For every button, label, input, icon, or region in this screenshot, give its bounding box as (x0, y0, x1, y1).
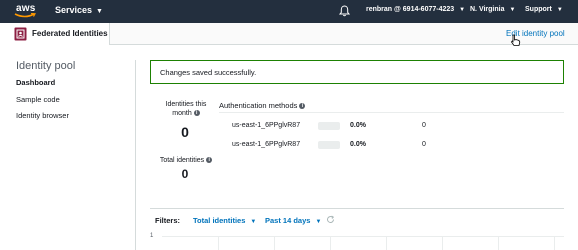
sidebar-title: Identity pool (16, 60, 76, 72)
account-menu[interactable]: renbran @ 6914-6077-4223 ▼ (366, 6, 465, 13)
info-icon[interactable]: i (299, 103, 306, 110)
identities-this-month-label-line2: month (172, 110, 192, 117)
auth-method-row-bar (318, 141, 340, 149)
hand-cursor-icon (511, 34, 521, 46)
services-menu[interactable]: Services ▼ (55, 5, 103, 15)
sidebar-divider (135, 60, 136, 250)
sidebar-item-dashboard[interactable]: Dashboard (16, 78, 55, 87)
total-identities-label-text: Total identities (159, 157, 205, 164)
support-menu-label: Support (525, 6, 552, 13)
chart-gridline (162, 236, 564, 237)
metric-filter-label: Total identities (193, 216, 246, 225)
bell-icon[interactable] (339, 5, 350, 17)
auth-method-row-pool: us-east-1_6PPglvR87 (232, 122, 301, 129)
total-identities-label: Total identities i (154, 156, 218, 165)
time-range-dropdown[interactable]: Past 14 days ▼ (265, 216, 321, 225)
auth-methods-title-text: Authentication methods (219, 101, 298, 110)
caret-down-icon: ▼ (509, 7, 516, 13)
caret-down-icon: ▼ (96, 8, 103, 15)
account-menu-label: renbran @ 6914-6077-4223 (366, 6, 455, 13)
auth-method-row-percent: 0.0% (350, 141, 366, 148)
chart-gridline (330, 236, 331, 250)
service-header: Federated Identities Edit identity pool (0, 23, 578, 45)
success-message: Changes saved successfully. (160, 68, 257, 77)
metric-filter-dropdown[interactable]: Total identities ▼ (193, 216, 256, 225)
success-banner: Changes saved successfully. (150, 60, 564, 84)
filters-divider (150, 208, 564, 209)
caret-down-icon: ▼ (250, 219, 257, 225)
service-home-link[interactable]: Federated Identities (0, 23, 110, 45)
chart-gridline (498, 236, 499, 250)
total-identities-value: 0 (181, 167, 189, 181)
auth-method-row-count: 0 (422, 141, 426, 148)
refresh-icon[interactable] (326, 215, 335, 224)
aws-smile-icon (14, 13, 36, 18)
chart-gridline (218, 236, 219, 250)
auth-method-row-percent: 0.0% (350, 122, 366, 129)
identities-this-month-label-line1: Identities this (165, 101, 207, 108)
region-menu-label: N. Virginia (470, 6, 505, 13)
chart-gridline (386, 236, 387, 250)
chart-gridline (442, 236, 443, 250)
federated-identities-icon (14, 27, 27, 41)
region-menu[interactable]: N. Virginia ▼ (470, 6, 515, 13)
services-menu-label: Services (55, 5, 93, 15)
sidebar-item-sample-code[interactable]: Sample code (16, 95, 60, 104)
auth-method-row-count: 0 (422, 122, 426, 129)
auth-methods-title: Authentication methods i (219, 101, 306, 110)
aws-logo[interactable]: aws (11, 2, 41, 21)
auth-method-row-pool: us-east-1_6PPglvR87 (232, 141, 301, 148)
caret-down-icon: ▼ (315, 219, 322, 225)
top-navigation-bar: aws Services ▼ renbran @ 6914-6077-4223 ▼ … (0, 0, 578, 23)
caret-down-icon: ▼ (459, 7, 466, 13)
chart-gridline (554, 236, 555, 250)
caret-down-icon: ▼ (556, 7, 563, 13)
info-icon[interactable]: i (193, 110, 200, 117)
info-icon[interactable]: i (206, 157, 213, 164)
identities-this-month-label: Identities this month i (158, 100, 214, 118)
support-menu[interactable]: Support ▼ (525, 6, 563, 13)
sidebar-item-identity-browser[interactable]: Identity browser (16, 111, 69, 120)
auth-methods-divider (219, 112, 564, 113)
service-title: Federated Identities (32, 29, 108, 38)
filters-label: Filters: (155, 216, 181, 225)
chart-gridline (274, 236, 275, 250)
auth-method-row-bar (318, 122, 340, 130)
chart-y-tick: 1 (150, 233, 154, 239)
time-range-label: Past 14 days (265, 216, 311, 225)
identities-this-month-value: 0 (181, 124, 189, 140)
